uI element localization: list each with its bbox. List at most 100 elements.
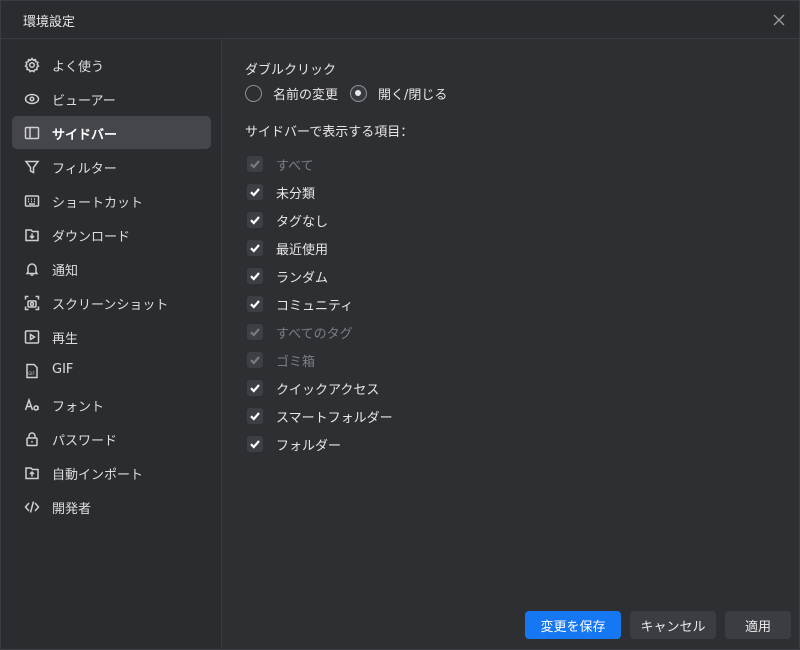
apply-button[interactable]: 適用	[725, 611, 791, 639]
checkbox	[247, 352, 263, 368]
svg-text:GIF: GIF	[28, 371, 35, 376]
sidebar-item-label: 開発者	[52, 502, 92, 517]
checkbox-recent[interactable]: 最近使用	[247, 238, 328, 258]
import-icon	[23, 464, 41, 482]
settings-sidebar: よく使う ビューアー サイドバー フィルター ショートカット ダウンロード 通知	[1, 39, 222, 649]
checkbox-uncategorized[interactable]: 未分類	[247, 182, 315, 202]
checkbox	[247, 324, 263, 340]
window-title: 環境設定	[23, 15, 76, 30]
download-icon	[23, 226, 41, 244]
sidebar-items-label: サイドバーで表示する項目：	[245, 125, 414, 140]
sidebar-item-filter[interactable]: フィルター	[12, 150, 211, 183]
radio-rename[interactable]: 名前の変更	[245, 84, 338, 103]
radio-button[interactable]	[350, 85, 367, 102]
code-icon	[23, 498, 41, 516]
sidebar-item-gif[interactable]: GIF GIF	[12, 354, 211, 387]
sidebar-item-label: フォント	[52, 400, 105, 415]
checkbox-all: すべて	[247, 154, 314, 174]
checkbox[interactable]	[247, 240, 263, 256]
checkbox-label: すべてのタグ	[276, 326, 353, 342]
sidebar-item-screenshot[interactable]: スクリーンショット	[12, 286, 211, 319]
keyboard-icon	[23, 192, 41, 210]
checkbox[interactable]	[247, 212, 263, 228]
checkbox-label: クイックアクセス	[276, 382, 380, 398]
sidebar-item-label: 再生	[52, 332, 79, 347]
checkbox-smart-folders[interactable]: スマートフォルダー	[247, 406, 393, 426]
checkbox[interactable]	[247, 296, 263, 312]
checkbox-community[interactable]: コミュニティ	[247, 294, 353, 314]
sidebar-item-shortcuts[interactable]: ショートカット	[12, 184, 211, 217]
double-click-label: ダブルクリック	[245, 63, 337, 78]
play-icon	[23, 328, 41, 346]
sidebar-item-auto-import[interactable]: 自動インポート	[12, 456, 211, 489]
check-icon	[250, 216, 260, 225]
sidebar-item-notifications[interactable]: 通知	[12, 252, 211, 285]
sidebar-item-download[interactable]: ダウンロード	[12, 218, 211, 251]
bell-icon	[23, 260, 41, 278]
checkbox-label: コミュニティ	[276, 298, 354, 314]
checkbox-folders[interactable]: フォルダー	[247, 434, 341, 454]
checkbox	[247, 156, 263, 172]
check-icon	[250, 188, 260, 197]
preferences-window: 環境設定 よく使う ビューアー サイドバー フィルター ショートカット ダウンロ…	[0, 0, 800, 650]
checkbox-untagged[interactable]: タグなし	[247, 210, 328, 230]
sidebar-item-viewer[interactable]: ビューアー	[12, 82, 211, 115]
close-button[interactable]	[767, 8, 791, 32]
checkbox-label: 未分類	[276, 186, 316, 202]
checkbox-label: フォルダー	[276, 438, 342, 454]
check-icon	[250, 384, 260, 393]
lock-icon	[23, 430, 41, 448]
check-icon	[250, 412, 260, 421]
sidebar-item-favorites[interactable]: よく使う	[12, 48, 211, 81]
title-bar: 環境設定	[1, 1, 799, 39]
checkbox-label: タグなし	[276, 214, 329, 230]
sidebar-item-label: スクリーンショット	[52, 298, 169, 313]
gear-icon	[23, 56, 41, 74]
checkbox-quick-access[interactable]: クイックアクセス	[247, 378, 379, 398]
cancel-button[interactable]: キャンセル	[630, 611, 716, 639]
sidebar-item-playback[interactable]: 再生	[12, 320, 211, 353]
check-icon	[250, 328, 260, 337]
sidebar-item-label: サイドバー	[52, 128, 118, 143]
close-icon	[773, 14, 785, 26]
checkbox-label: 最近使用	[276, 242, 329, 258]
checkbox[interactable]	[247, 436, 263, 452]
gif-icon: GIF	[23, 362, 41, 380]
checkbox[interactable]	[247, 268, 263, 284]
check-icon	[250, 440, 260, 449]
check-icon	[250, 160, 260, 169]
radio-button[interactable]	[245, 85, 262, 102]
checkbox[interactable]	[247, 380, 263, 396]
screenshot-icon	[23, 294, 41, 312]
check-icon	[250, 272, 260, 281]
checkbox[interactable]	[247, 184, 263, 200]
radio-label: 名前の変更	[273, 88, 339, 103]
eye-icon	[23, 90, 41, 108]
radio-label: 開く/閉じる	[378, 88, 448, 103]
sidebar-item-label: ショートカット	[52, 196, 144, 211]
settings-content: ダブルクリック 名前の変更 開く/閉じる サイドバーで表示する項目： すべて 未…	[223, 39, 799, 649]
radio-open-close[interactable]: 開く/閉じる	[350, 84, 447, 103]
sidebar-item-label: よく使う	[52, 60, 105, 75]
sidebar-item-label: フィルター	[52, 162, 117, 177]
sidebar-item-label: 通知	[52, 264, 79, 279]
checkbox-all-tags: すべてのタグ	[247, 322, 353, 342]
checkbox-random[interactable]: ランダム	[247, 266, 328, 286]
checkbox-label: すべて	[276, 158, 314, 174]
checkbox-label: ランダム	[276, 270, 329, 286]
checkbox-label: ゴミ箱	[276, 354, 316, 370]
sidebar-item-label: パスワード	[52, 434, 118, 449]
checkbox-label: スマートフォルダー	[276, 410, 393, 426]
sidebar-item-label: 自動インポート	[52, 468, 144, 483]
sidebar-item-label: ビューアー	[52, 94, 116, 109]
save-button[interactable]: 変更を保存	[525, 611, 621, 639]
sidebar-item-font[interactable]: フォント	[12, 388, 211, 421]
sidebar-item-label: GIF	[52, 362, 74, 377]
sidebar-item-developer[interactable]: 開発者	[12, 490, 211, 523]
sidebar-item-password[interactable]: パスワード	[12, 422, 211, 455]
sidebar-icon	[23, 124, 41, 142]
checkbox[interactable]	[247, 408, 263, 424]
sidebar-item-label: ダウンロード	[52, 230, 131, 245]
filter-icon	[23, 158, 41, 176]
sidebar-item-sidebar[interactable]: サイドバー	[12, 116, 211, 149]
